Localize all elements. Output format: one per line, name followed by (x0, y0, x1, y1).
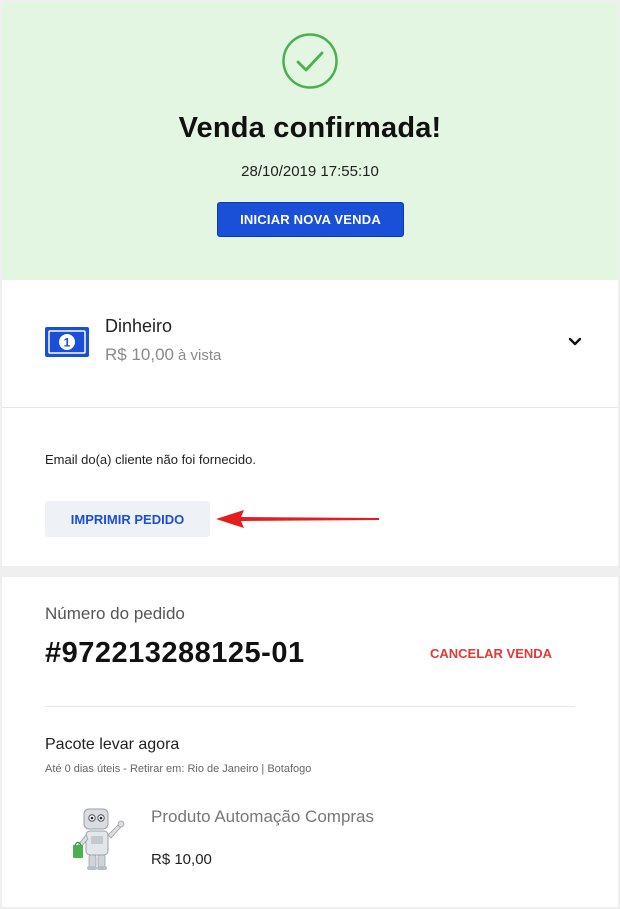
sale-confirmed-banner: Venda confirmada! 28/10/2019 17:55:10 IN… (2, 2, 618, 280)
red-arrow-annotation (216, 510, 379, 528)
cancel-sale-link[interactable]: CANCELAR VENDA (430, 646, 552, 661)
payment-method: Dinheiro (105, 316, 173, 336)
page-title: Venda confirmada! (178, 112, 442, 144)
product-price: R$ 10,00 (151, 851, 212, 868)
chevron-down-icon[interactable] (567, 336, 583, 348)
print-order-button[interactable]: IMPRIMIR PEDIDO (45, 501, 210, 537)
sale-timestamp: 28/10/2019 17:55:10 (241, 163, 379, 180)
svg-text:1: 1 (64, 336, 71, 350)
cash-note-icon: 1 (45, 327, 89, 357)
product-name: Produto Automação Compras (151, 807, 375, 826)
check-circle-icon (282, 33, 338, 89)
email-notice: Email do(a) cliente não foi fornecido. (45, 452, 257, 467)
payment-terms: à vista (178, 347, 222, 364)
package-detail: Até 0 dias úteis - Retirar em: Rio de Ja… (45, 763, 312, 775)
order-card: Número do pedido #972213288125-01 CANCEL… (2, 577, 618, 907)
payment-amount-value: R$ 10,00 (105, 345, 174, 364)
payment-card: 1 Dinheiro R$ 10,00 à vista Email do(a) c… (2, 280, 618, 566)
package-title: Pacote levar agora (45, 736, 180, 753)
order-number: #972213288125-01 (45, 637, 305, 669)
confirmation-page: Venda confirmada! 28/10/2019 17:55:10 IN… (2, 2, 618, 907)
product-image (73, 808, 125, 870)
divider (2, 407, 618, 408)
divider (45, 706, 575, 707)
new-sale-button[interactable]: INICIAR NOVA VENDA (217, 202, 404, 237)
payment-amount: R$ 10,00 à vista (105, 345, 221, 365)
order-number-label: Número do pedido (45, 604, 185, 623)
payment-summary[interactable]: 1 Dinheiro R$ 10,00 à vista (2, 280, 618, 408)
